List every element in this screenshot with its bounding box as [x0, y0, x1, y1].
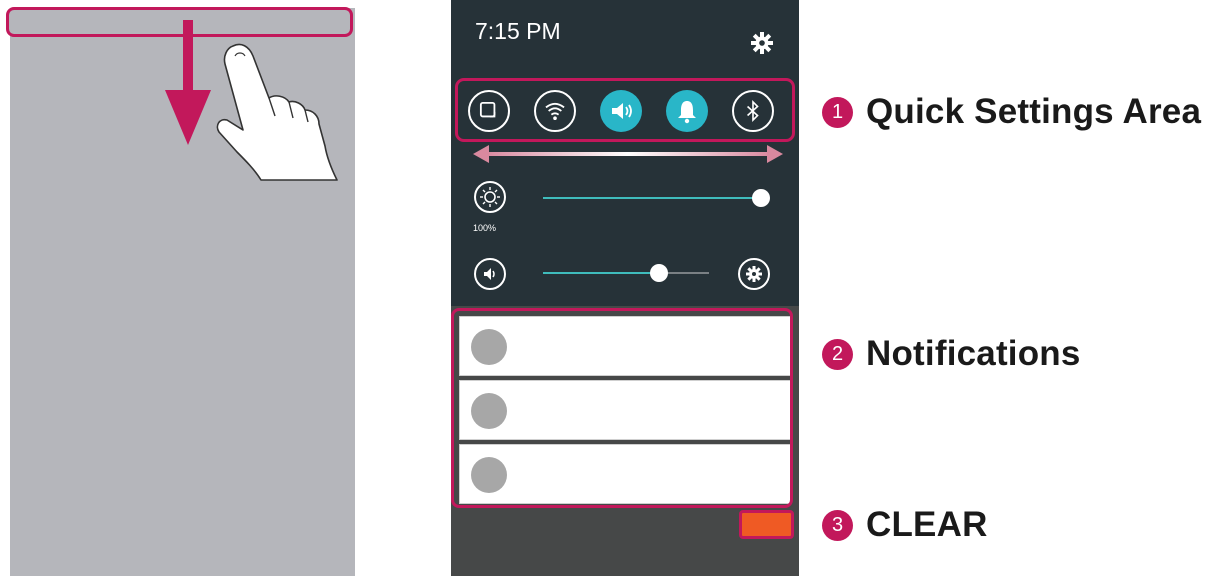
callout-number: 2: [822, 338, 853, 370]
callout-label: Quick Settings Area: [866, 92, 1202, 131]
brightness-slider-fill: [543, 197, 761, 199]
callout-quick-settings: 1 Quick Settings Area: [822, 92, 1201, 132]
volume-settings-gear-icon[interactable]: [738, 258, 770, 290]
settings-gear-icon[interactable]: [751, 32, 773, 54]
notifications-area: [451, 308, 799, 508]
volume-slider-fill: [543, 272, 660, 274]
quick-settings-panel: 7:15 PM 100%: [451, 0, 799, 306]
volume-icon[interactable]: [474, 258, 506, 290]
horizontal-scroll-arrow-icon: [473, 145, 783, 163]
brightness-icon[interactable]: [474, 181, 506, 213]
callout-label: CLEAR: [866, 505, 988, 544]
clear-button[interactable]: [739, 510, 794, 539]
status-time: 7:15 PM: [475, 18, 561, 44]
quick-settings-toggles: [455, 78, 795, 142]
swipe-down-arrow-icon: [165, 20, 211, 145]
volume-slider-knob[interactable]: [650, 264, 669, 282]
notifications-highlight: [451, 308, 793, 508]
notification-toggle[interactable]: [666, 90, 708, 132]
bluetooth-toggle[interactable]: [732, 90, 774, 132]
brightness-slider-knob[interactable]: [752, 189, 770, 207]
notification-bell-icon: [678, 101, 696, 124]
sound-toggle[interactable]: [600, 90, 642, 132]
pointing-hand-icon: [216, 43, 338, 181]
callout-label: Notifications: [866, 334, 1081, 373]
bluetooth-icon: [747, 99, 759, 123]
callout-number: 3: [822, 509, 853, 541]
wifi-icon: [545, 102, 565, 121]
wifi-toggle[interactable]: [534, 90, 576, 132]
sound-icon: [612, 103, 632, 119]
capture-icon: [479, 101, 496, 118]
callout-number: 1: [822, 96, 853, 128]
callout-clear: 3 CLEAR: [822, 505, 988, 545]
volume-slider[interactable]: [543, 264, 709, 282]
callout-notifications: 2 Notifications: [822, 334, 1081, 374]
phone-screen: 7:15 PM 100%: [451, 0, 799, 576]
capture-toggle[interactable]: [468, 90, 510, 132]
brightness-slider[interactable]: [543, 189, 770, 207]
brightness-percent: 100%: [473, 223, 497, 233]
